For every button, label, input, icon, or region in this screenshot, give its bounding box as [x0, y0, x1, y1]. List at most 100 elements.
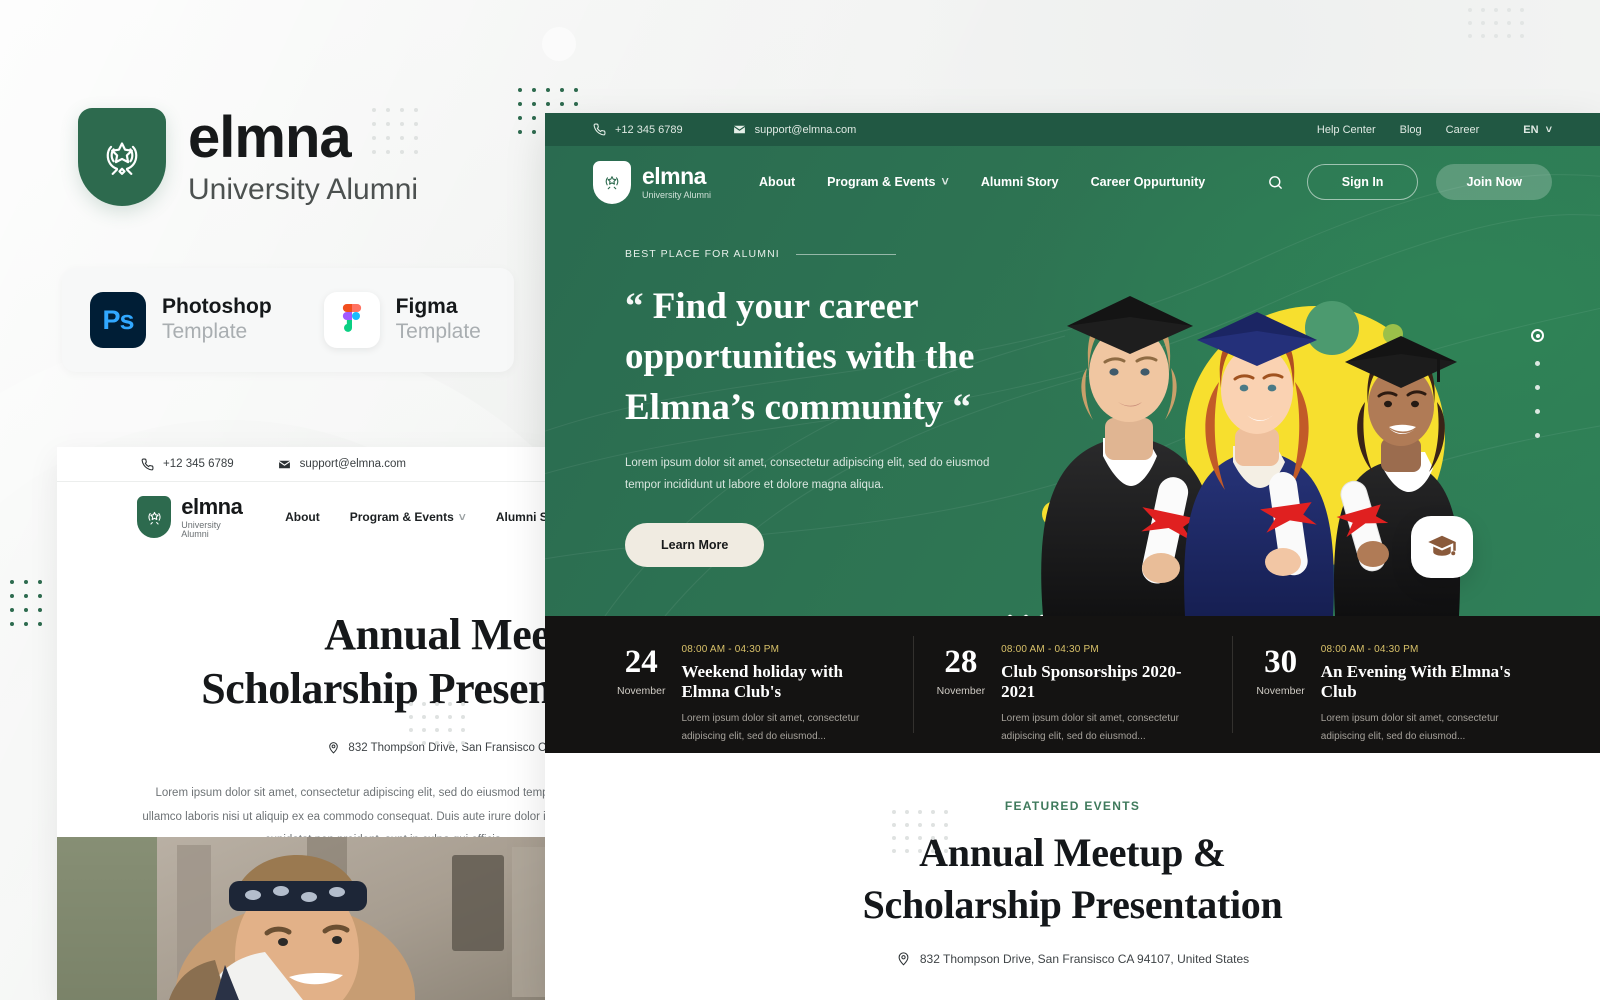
carousel-dot-3[interactable] [1535, 385, 1540, 390]
event-description: Lorem ipsum dolor sit amet, consectetur … [681, 712, 860, 743]
mock2-email-text: support@elmna.com [299, 458, 406, 470]
main-page-mockup: +12 345 6789 support@elmna.com Help Cent… [545, 113, 1600, 1000]
laurel-star-icon [78, 108, 166, 206]
topbar-phone-text: +12 345 6789 [615, 123, 683, 136]
hero-carousel-dots[interactable] [1531, 329, 1544, 438]
mock2-body: Annual Meetup & Scholarship Presentation… [57, 552, 549, 853]
carousel-dot-2[interactable] [1535, 361, 1540, 366]
site-topbar: +12 345 6789 support@elmna.com Help Cent… [545, 113, 1600, 146]
event-date: 24 November [617, 644, 665, 753]
mock2-phone[interactable]: +12 345 6789 [141, 458, 234, 471]
event-description: Lorem ipsum dolor sit amet, consectetur … [1001, 712, 1179, 743]
graduation-cap-icon [1428, 535, 1456, 556]
event-title: Weekend holiday with Elmna Club's [681, 662, 843, 702]
quote-open: “ [625, 286, 644, 327]
hero-eyebrow: BEST PLACE FOR ALUMNI [625, 248, 1065, 260]
figma-icon [323, 292, 380, 348]
location-pin-icon [898, 952, 909, 966]
mock2-address-text: 832 Thompson Drive, San Fransisco CA 941… [348, 741, 549, 754]
topbar-link-blog[interactable]: Blog [1400, 124, 1422, 136]
carousel-dot-5[interactable] [1535, 433, 1540, 438]
event-month: November [936, 685, 986, 697]
hero-paragraph: Lorem ipsum dolor sit amet, consectetur … [625, 456, 990, 491]
event-title: An Evening With Elmna's Club [1320, 662, 1511, 702]
template-photoshop[interactable]: Ps Photoshop Template [90, 292, 272, 348]
hero-copy: BEST PLACE FOR ALUMNI “ Find your career… [545, 218, 1065, 567]
topbar-email[interactable]: support@elmna.com [733, 123, 857, 136]
featured-heading-line1: Annual Meetup & [919, 830, 1226, 875]
mock2-heading-line2: Scholarship Presentation [201, 663, 549, 713]
site-navbar: elmna University Alumni About Program & … [545, 146, 1600, 218]
mock2-nav-item-alumni-story[interactable]: Alumni Story [496, 510, 549, 524]
location-pin-icon [329, 742, 339, 754]
nav-item-alumni-story[interactable]: Alumni Story [981, 175, 1059, 189]
mock2-nav-item-program-events[interactable]: Program & Events ˅ [350, 510, 466, 524]
graduation-cap-badge [1411, 516, 1473, 578]
mock2-para-line1: Lorem ipsum dolor sit amet, consectetur … [155, 787, 549, 800]
event-time: 08:00 AM - 04:30 PM [1001, 644, 1099, 655]
mock2-nav-item-about[interactable]: About [285, 510, 320, 524]
topbar-email-text: support@elmna.com [754, 123, 857, 136]
event-title: Club Sponsorships 2020-2021 [1001, 662, 1182, 702]
featured-events-section: FEATURED EVENTS Annual Meetup & Scholars… [545, 753, 1600, 966]
phone-icon [593, 123, 606, 136]
mock2-logo[interactable]: elmna University Alumni [137, 493, 245, 539]
event-time: 08:00 AM - 04:30 PM [1320, 644, 1419, 655]
template-type: Template [395, 320, 481, 344]
featured-heading-line2: Scholarship Presentation [862, 882, 1283, 927]
carousel-dot-1[interactable] [1531, 329, 1544, 342]
hero-heading-line2: opportunities with the [625, 336, 975, 378]
topbar-phone[interactable]: +12 345 6789 [593, 123, 683, 136]
chevron-down-icon: ˅ [458, 510, 466, 524]
learn-more-button[interactable]: Learn More [625, 522, 765, 567]
hero-heading-line3: Elmna’s community “ [625, 386, 972, 428]
mock2-heading-line1: Annual Meetup & [324, 610, 549, 659]
mock2-email[interactable]: support@elmna.com [278, 458, 406, 471]
event-month: November [1256, 685, 1305, 697]
template-formats-card: Ps Photoshop Template Figma Template [62, 268, 514, 372]
event-card[interactable]: 28 November 08:00 AM - 04:30 PM Club Spo… [912, 616, 1233, 753]
language-selector[interactable]: EN ˅ [1523, 124, 1552, 136]
sign-in-button[interactable]: Sign In [1306, 164, 1419, 200]
chevron-down-icon: ˅ [941, 175, 949, 189]
event-card[interactable]: 24 November 08:00 AM - 04:30 PM Weekend … [593, 616, 913, 753]
event-date: 28 November [937, 644, 985, 753]
nav-item-program-events[interactable]: Program & Events ˅ [827, 175, 949, 189]
nav-item-about[interactable]: About [759, 175, 795, 189]
mock2-logo-sub: University Alumni [181, 519, 221, 539]
carousel-dot-4[interactable] [1535, 409, 1540, 414]
hero-section: elmna University Alumni About Program & … [545, 146, 1600, 616]
search-button[interactable] [1263, 169, 1289, 195]
topbar-link-career[interactable]: Career [1446, 124, 1480, 136]
phone-icon [141, 458, 154, 470]
language-value: EN [1523, 123, 1539, 136]
mock2-para-line2: ullamco laboris nisi ut aliquip ex ea co… [142, 810, 549, 823]
featured-heading: Annual Meetup & Scholarship Presentation [545, 827, 1600, 931]
event-card[interactable]: 30 November 08:00 AM - 04:30 PM An Eveni… [1232, 616, 1552, 753]
laurel-star-icon [137, 496, 172, 538]
mock2-phone-text: +12 345 6789 [163, 458, 234, 470]
brand-subtitle: University Alumni [188, 173, 419, 206]
main-menu: About Program & Events ˅ Alumni Story Car… [759, 175, 1205, 189]
brand-lockup: elmna University Alumni [78, 108, 418, 206]
template-figma[interactable]: Figma Template [323, 292, 481, 348]
featured-address: 832 Thompson Drive, San Fransisco CA 941… [545, 951, 1600, 966]
hero-heading: “ Find your career opportunities with th… [625, 282, 1065, 433]
mock2-menu: About Program & Events˅ Alumni Story [285, 510, 549, 524]
event-day: 28 [944, 644, 978, 680]
topbar-link-help-center[interactable]: Help Center [1317, 124, 1376, 136]
mock2-heading: Annual Meetup & Scholarship Presentation [57, 608, 549, 715]
mock2-student-photo [57, 837, 549, 1000]
secondary-page-mockup: +12 345 6789 support@elmna.com elmna Uni… [57, 447, 549, 1000]
mock2-topbar: +12 345 6789 support@elmna.com [57, 447, 549, 482]
template-name: Figma [395, 295, 458, 319]
featured-eyebrow: FEATURED EVENTS [1004, 799, 1141, 813]
mock2-logo-name: elmna [181, 493, 243, 519]
join-now-button[interactable]: Join Now [1436, 164, 1552, 200]
chevron-down-icon: ˅ [1545, 123, 1552, 136]
nav-item-career-oppurtunity[interactable]: Career Oppurtunity [1091, 175, 1206, 189]
site-logo[interactable]: elmna University Alumni [593, 160, 711, 204]
event-date: 30 November [1256, 644, 1304, 753]
background-circle-blob [542, 27, 576, 61]
site-logo-name: elmna [642, 162, 706, 189]
